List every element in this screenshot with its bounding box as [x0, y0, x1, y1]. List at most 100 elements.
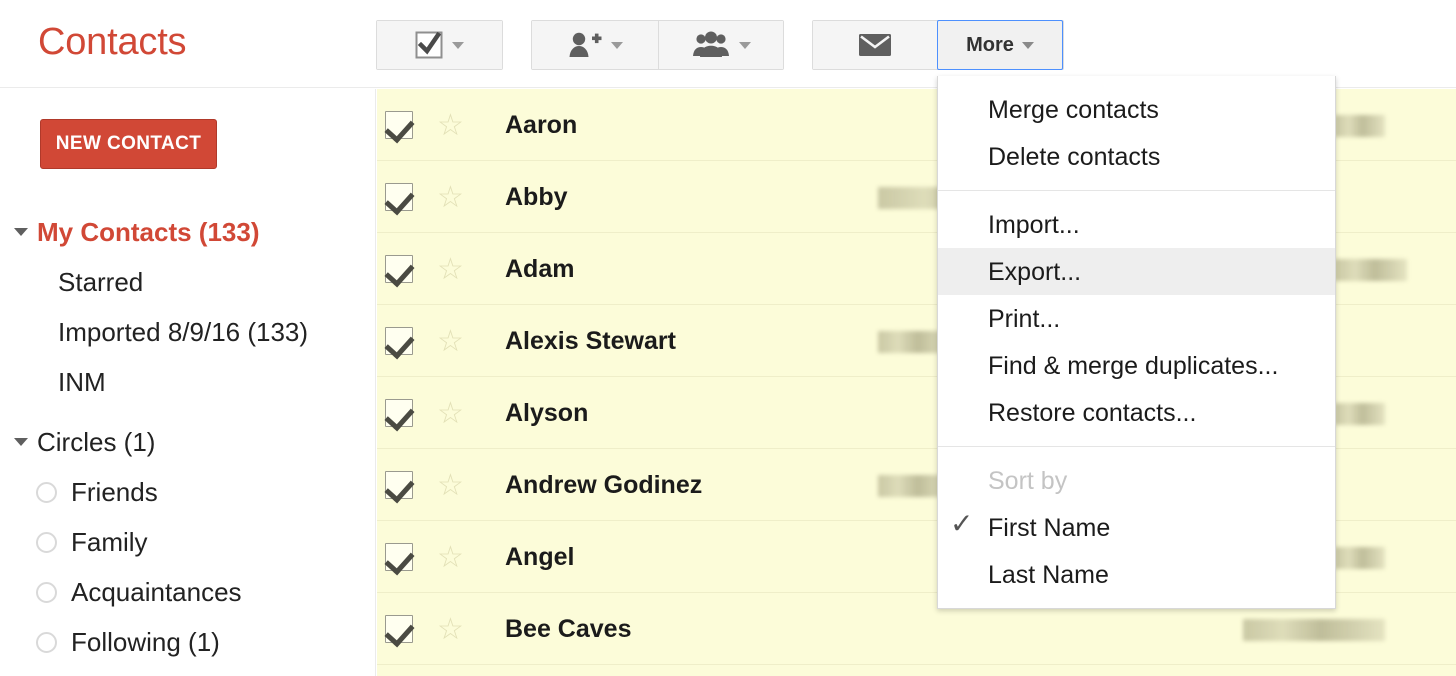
chevron-down-icon — [1022, 42, 1034, 49]
page-title: Contacts — [38, 18, 186, 66]
menu-separator — [938, 446, 1335, 447]
sidebar-item-inm[interactable]: INM — [0, 357, 376, 407]
menu-item-label: Merge contacts — [988, 95, 1159, 125]
menu-item-find-merge-duplicates[interactable]: Find & merge duplicates... — [938, 342, 1335, 389]
chevron-down-icon — [452, 42, 464, 49]
sidebar-item-label: Following (1) — [71, 627, 220, 657]
contact-name: Adam — [505, 254, 574, 284]
sidebar-item-label: INM — [58, 367, 106, 397]
triangle-down-icon — [14, 228, 28, 236]
sidebar-item-label: Starred — [58, 267, 143, 297]
sidebar-item-family[interactable]: Family — [0, 517, 376, 567]
row-checkbox[interactable] — [385, 183, 413, 211]
envelope-icon — [858, 32, 892, 58]
more-dropdown-menu: Merge contacts Delete contacts Import... Ex… — [937, 76, 1336, 609]
sidebar-group-label: Circles (1) — [37, 427, 155, 457]
contact-name: Aaron — [505, 110, 577, 140]
mail-more-group: More — [812, 20, 1064, 70]
new-contact-label: NEW CONTACT — [56, 133, 201, 155]
menu-item-label: Sort by — [988, 466, 1067, 496]
select-all-group — [376, 20, 503, 70]
circle-icon — [36, 632, 57, 653]
menu-item-restore-contacts[interactable]: Restore contacts... — [938, 389, 1335, 436]
star-icon[interactable]: ☆ — [437, 543, 467, 573]
contacts-app: Contacts — [0, 0, 1456, 676]
sidebar-item-imported-8-9-16-133[interactable]: Imported 8/9/16 (133) — [0, 307, 376, 357]
contact-name: Alyson — [505, 398, 588, 428]
select-all-dropdown-button[interactable] — [377, 21, 502, 69]
row-checkbox[interactable] — [385, 327, 413, 355]
menu-item-import[interactable]: Import... — [938, 201, 1335, 248]
more-dropdown-button[interactable]: More — [937, 20, 1063, 70]
check-icon: ✓ — [950, 511, 976, 537]
row-checkbox[interactable] — [385, 615, 413, 643]
sidebar-item-label: Imported 8/9/16 (133) — [58, 317, 308, 347]
menu-header-sort-by: Sort by — [938, 457, 1335, 504]
chevron-down-icon — [611, 42, 623, 49]
circle-icon — [36, 532, 57, 553]
star-icon[interactable]: ☆ — [437, 399, 467, 429]
email-contacts-button[interactable] — [813, 21, 937, 69]
menu-item-last-name[interactable]: Last Name — [938, 551, 1335, 598]
menu-item-first-name[interactable]: ✓ First Name — [938, 504, 1335, 551]
menu-item-print[interactable]: Print... — [938, 295, 1335, 342]
sidebar-item-following-1[interactable]: Following (1) — [0, 617, 376, 667]
contact-email-redacted — [1335, 403, 1385, 425]
sidebar-group-circles[interactable]: Circles (1) — [0, 417, 376, 467]
row-checkbox[interactable] — [385, 255, 413, 283]
sidebar: NEW CONTACT My Contacts (133) Starred Impo… — [0, 89, 376, 676]
contact-email-redacted — [1243, 619, 1385, 641]
sidebar-item-label: Friends — [71, 477, 158, 507]
menu-item-label: Last Name — [988, 560, 1109, 590]
row-checkbox[interactable] — [385, 471, 413, 499]
chevron-down-icon — [739, 42, 751, 49]
triangle-down-icon — [14, 438, 28, 446]
menu-item-label: Export... — [988, 257, 1081, 287]
row-checkbox[interactable] — [385, 399, 413, 427]
menu-item-label: Find & merge duplicates... — [988, 351, 1278, 381]
contact-email-redacted — [1335, 115, 1385, 137]
checkbox-icon — [415, 31, 443, 59]
contact-name: Alexis Stewart — [505, 326, 676, 356]
sidebar-group-my-contacts[interactable]: My Contacts (133) — [0, 207, 376, 257]
star-icon[interactable]: ☆ — [437, 111, 467, 141]
contact-email-redacted — [1335, 259, 1407, 281]
circle-icon — [36, 482, 57, 503]
add-group-button[interactable] — [658, 21, 783, 69]
menu-item-export[interactable]: Export... — [938, 248, 1335, 295]
more-button-label: More — [966, 34, 1014, 57]
contact-name: Angel — [505, 542, 574, 572]
sidebar-item-starred[interactable]: Starred — [0, 257, 376, 307]
star-icon[interactable]: ☆ — [437, 255, 467, 285]
contact-name: Bee Caves — [505, 614, 631, 644]
add-contact-button[interactable] — [532, 21, 658, 69]
menu-separator — [938, 190, 1335, 191]
star-icon[interactable]: ☆ — [437, 471, 467, 501]
sidebar-item-label: Acquaintances — [71, 577, 242, 607]
sidebar-nav: My Contacts (133) Starred Imported 8/9/16 … — [0, 207, 376, 667]
group-icon — [692, 31, 730, 59]
row-checkbox[interactable] — [385, 111, 413, 139]
menu-item-label: Delete contacts — [988, 142, 1160, 172]
circle-icon — [36, 582, 57, 603]
sidebar-item-acquaintances[interactable]: Acquaintances — [0, 567, 376, 617]
menu-item-merge-contacts[interactable]: Merge contacts — [938, 86, 1335, 133]
star-icon[interactable]: ☆ — [437, 183, 467, 213]
person-add-icon — [568, 31, 602, 59]
sidebar-item-label: Family — [71, 527, 148, 557]
sidebar-group-label: My Contacts (133) — [37, 217, 260, 247]
app-header: Contacts — [0, 0, 1456, 88]
nav-group-spacer — [0, 407, 376, 417]
star-icon[interactable]: ☆ — [437, 615, 467, 645]
menu-item-label: Import... — [988, 210, 1080, 240]
contact-name: Abby — [505, 182, 568, 212]
menu-item-label: Restore contacts... — [988, 398, 1196, 428]
menu-item-label: First Name — [988, 513, 1110, 543]
new-contact-button[interactable]: NEW CONTACT — [40, 119, 217, 169]
menu-item-delete-contacts[interactable]: Delete contacts — [938, 133, 1335, 180]
row-checkbox[interactable] — [385, 543, 413, 571]
menu-item-label: Print... — [988, 304, 1060, 334]
contact-name: Andrew Godinez — [505, 470, 702, 500]
sidebar-item-friends[interactable]: Friends — [0, 467, 376, 517]
star-icon[interactable]: ☆ — [437, 327, 467, 357]
